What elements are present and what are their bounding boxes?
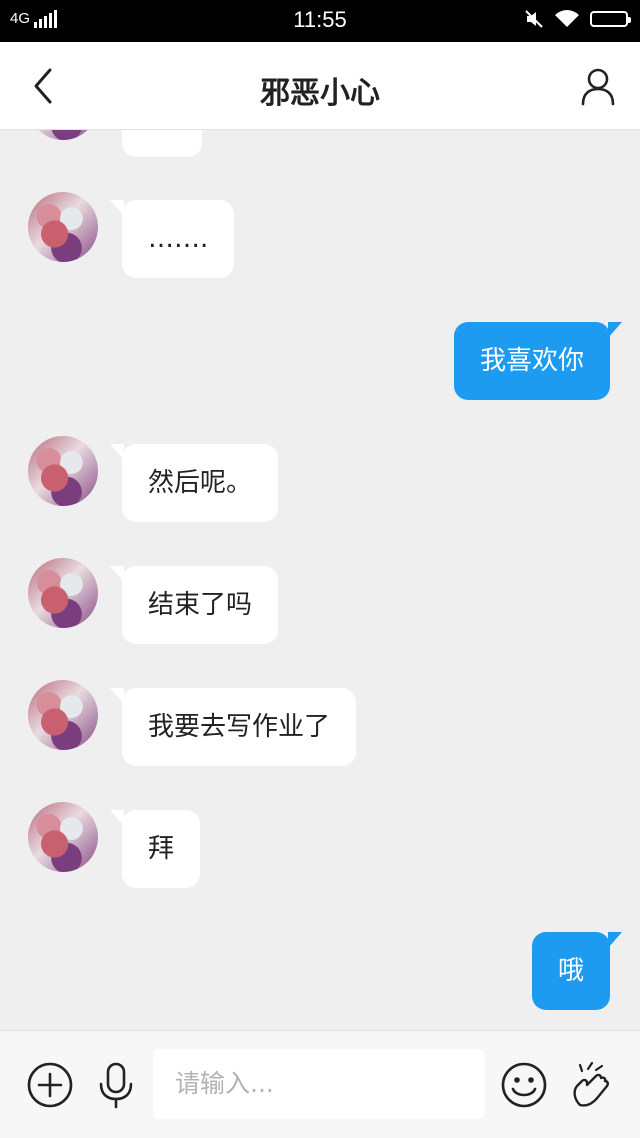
mute-icon <box>525 10 543 28</box>
emoji-icon[interactable] <box>500 1061 548 1109</box>
avatar[interactable] <box>28 802 98 872</box>
profile-icon[interactable] <box>580 66 616 106</box>
page-title: 邪恶小心 <box>260 76 380 111</box>
status-bar: 4G 11:55 <box>0 0 640 42</box>
message-bubble[interactable]: 拜 <box>109 810 201 888</box>
message-bubble-partial <box>122 130 202 157</box>
add-icon[interactable] <box>26 1061 74 1109</box>
microphone-icon[interactable] <box>92 1061 140 1109</box>
nav-bar: 邪恶小心 <box>0 42 640 130</box>
avatar[interactable] <box>28 558 98 628</box>
battery-icon <box>590 11 631 27</box>
message-bubble[interactable]: ……. <box>109 200 235 278</box>
message-bubble[interactable]: 我喜欢你 <box>453 322 623 400</box>
message-input[interactable]: 请输入... <box>153 1049 485 1119</box>
avatar[interactable] <box>28 192 98 262</box>
avatar[interactable] <box>28 130 98 140</box>
message-bubble[interactable]: 我要去写作业了 <box>109 688 357 766</box>
message-bubble[interactable]: 然后呢。 <box>109 444 279 522</box>
message-bubble[interactable]: 结束了吗 <box>109 566 279 644</box>
input-bar: 请输入... <box>0 1030 640 1138</box>
avatar[interactable] <box>28 680 98 750</box>
gesture-icon[interactable] <box>568 1061 616 1109</box>
status-icons <box>524 9 631 29</box>
message-bubble[interactable]: 哦 <box>531 932 623 1010</box>
wifi-icon <box>555 10 579 27</box>
avatar[interactable] <box>28 436 98 506</box>
chat-area[interactable]: ……. 我喜欢你 然后呢。 结束了吗 我要去写作业了 拜 哦 <box>0 130 640 1030</box>
